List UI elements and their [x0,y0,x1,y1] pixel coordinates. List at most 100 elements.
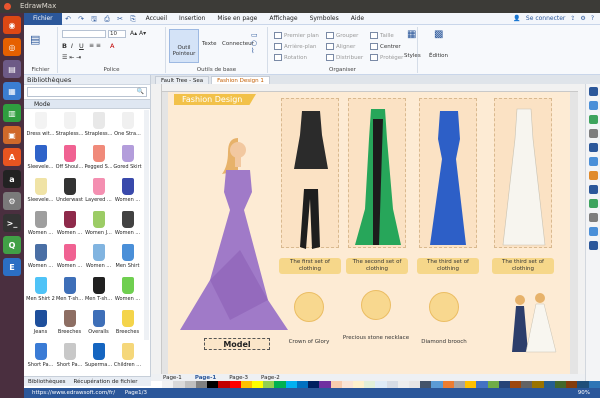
font-color-icon[interactable]: A [110,42,114,50]
tab-fichier[interactable]: Fichier [24,12,62,25]
brooch-icon[interactable] [429,292,459,322]
tab-libraries[interactable]: Bibliothèques [24,377,69,386]
color-swatch[interactable] [229,381,241,388]
layers-icon[interactable] [589,143,598,152]
library-shape-item[interactable]: Breeches [55,308,84,338]
page-tab-active[interactable]: Page-1 [195,375,216,381]
calc-icon[interactable]: ▥ [3,104,21,122]
color-swatch[interactable] [386,381,398,388]
library-shape-item[interactable]: Short Pa... [26,341,55,371]
couple-illustration[interactable] [504,292,560,354]
color-swatch[interactable] [364,381,376,388]
new-file-icon[interactable]: ▤ [30,33,40,46]
color-swatch[interactable] [285,381,297,388]
color-swatch[interactable] [308,381,320,388]
color-swatch[interactable] [442,381,454,388]
canvas-vertical-scrollbar[interactable] [578,84,585,374]
comment-icon[interactable] [589,227,598,236]
tab-aide[interactable]: Aide [345,13,370,25]
clothing-card-1[interactable] [281,98,339,249]
clothing-card-2[interactable] [348,98,406,248]
clothing-card-3[interactable] [419,98,477,248]
size-button[interactable]: Taille [370,32,394,39]
color-swatch[interactable] [521,381,533,388]
color-swatch[interactable] [162,381,174,388]
tab-file-recovery[interactable]: Récupération de fichier [69,377,141,386]
library-shape-item[interactable]: Pegged S... [84,143,113,173]
color-swatch[interactable] [330,381,342,388]
color-swatch[interactable] [352,381,365,388]
connect-link[interactable]: Se connecter [526,15,565,22]
color-swatch[interactable] [296,381,309,388]
help-sidebar-icon[interactable] [589,241,598,250]
help-icon[interactable]: ? [591,15,594,22]
library-shape-item[interactable]: Women ... [113,275,142,305]
color-swatch[interactable] [420,381,432,388]
tab-symboles[interactable]: Symboles [304,13,345,25]
note-icon[interactable] [589,213,598,222]
impress-icon[interactable]: ▣ [3,126,21,144]
save-icon[interactable]: 🖫 [90,15,99,23]
clothing-card-4[interactable] [494,98,552,248]
shadow-icon[interactable] [589,129,598,138]
tab-mise-en-page[interactable]: Mise en page [211,13,263,25]
color-swatch[interactable] [431,381,443,388]
terminal-icon[interactable]: >_ [3,214,21,232]
attachment-icon[interactable] [589,199,598,208]
library-shape-item[interactable]: Women ... [113,176,142,206]
protect-button[interactable]: Protéger [370,54,403,61]
settings-icon[interactable]: ⚙ [3,192,21,210]
library-shape-item[interactable]: One Stra... [113,110,142,140]
color-swatch[interactable] [577,381,589,388]
color-swatch[interactable] [487,381,499,388]
library-shape-item[interactable]: Dress wit... [26,110,55,140]
color-swatch[interactable] [184,381,196,388]
color-swatch[interactable] [251,381,264,388]
color-swatch[interactable] [274,381,286,388]
grow-font-icon[interactable]: A▴ A▾ [130,30,146,37]
styles-button[interactable]: Styles [404,53,421,59]
crown-icon[interactable] [294,292,324,322]
font-family-select[interactable] [62,30,106,38]
properties-icon[interactable] [589,157,598,166]
cut-icon[interactable]: ✂ [116,15,125,23]
library-shape-item[interactable]: Women ... [84,242,113,272]
connector-tool-button[interactable]: Connecteur [222,41,254,47]
library-shape-item[interactable]: Sleevele... [26,176,55,206]
library-scrollbar[interactable] [144,110,149,340]
line-icon[interactable] [589,115,598,124]
necklace-icon[interactable] [361,290,391,320]
color-swatch[interactable] [588,381,600,388]
bring-front-button[interactable]: Premier plan [274,32,319,39]
color-swatch[interactable] [263,381,275,388]
library-shape-item[interactable]: Women ... [113,209,142,239]
status-url[interactable]: https://www.edrawsoft.com/fr/ [32,390,115,396]
zoom-level[interactable]: 90% [578,388,590,398]
fill-icon[interactable] [589,101,598,110]
color-swatch[interactable] [151,381,163,388]
library-shape-item[interactable]: Overalls [84,308,113,338]
copy-icon[interactable]: ⎘ [129,15,138,23]
share-icon[interactable]: ⇪ [570,15,575,22]
firefox-icon[interactable]: ◎ [3,38,21,56]
model-label[interactable]: Model [204,338,270,350]
user-icon[interactable]: 👤 [513,15,520,22]
color-swatch[interactable] [218,381,230,388]
color-swatch[interactable] [566,381,578,388]
format-icon[interactable] [589,87,598,96]
align-icon[interactable]: ≡ ≡ [89,42,101,49]
tab-insertion[interactable]: Insertion [173,13,211,25]
library-shape-item[interactable]: Men Shirt 2 [26,275,55,305]
underline-button[interactable]: U [79,42,84,50]
send-back-button[interactable]: Arrière-plan [274,43,316,50]
color-swatch[interactable] [554,381,567,388]
list-icon[interactable]: ☰ ⇤ ⇥ [62,54,81,61]
library-shape-item[interactable]: Sleevele... [26,143,55,173]
model-illustration[interactable] [180,130,290,335]
center-button[interactable]: Centrer [370,43,401,50]
page-tab-2[interactable]: Page-2 [261,375,280,381]
color-swatch[interactable] [543,381,555,388]
pointer-tool-button[interactable]: Outil Pointeur [169,29,199,63]
color-swatch[interactable] [510,381,522,388]
library-shape-item[interactable]: Jeans [26,308,55,338]
